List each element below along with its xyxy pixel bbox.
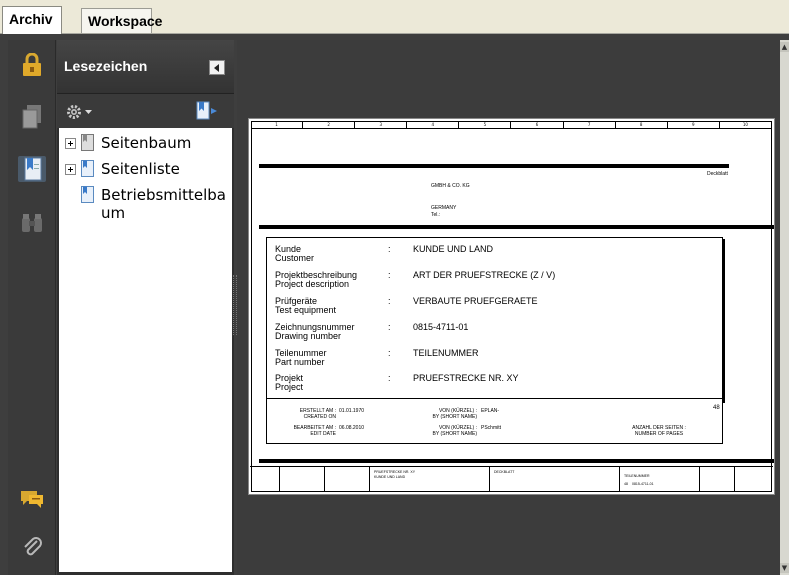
- new-bookmark-button[interactable]: [195, 101, 219, 125]
- bookmarks-toolbar: [57, 94, 234, 128]
- revision-box: ERSTELLT AM : CREATED ON 01.01.1970 VON (…: [266, 398, 723, 444]
- created-by-value: EPLAN-: [481, 408, 500, 414]
- bookmark-icon: [81, 186, 94, 203]
- title-drawing: 0815-4711-01: [632, 482, 654, 486]
- field-value: 0815-4711-01: [413, 322, 469, 332]
- field-value: KUNDE UND LAND: [413, 244, 494, 254]
- ruler-mark: 10: [720, 121, 772, 128]
- comments-icon[interactable]: [18, 486, 46, 512]
- header-rule: [259, 164, 729, 168]
- ruler-mark: 3: [355, 121, 408, 128]
- bookmark-betriebsmittelbaum[interactable]: Betriebsmittelba um: [81, 186, 226, 222]
- company-country: GERMANY: [431, 205, 457, 211]
- bookmarks-panel-header: Lesezeichen: [57, 40, 234, 94]
- bookmarks-panel-title: Lesezeichen: [64, 58, 148, 74]
- field-value: PRUEFSTRECKE NR. XY: [413, 373, 519, 383]
- field-colon: :: [388, 373, 391, 383]
- field-label-en: Project: [275, 382, 304, 392]
- lock-icon[interactable]: [18, 52, 46, 78]
- chevron-down-icon: [85, 109, 92, 114]
- edited-by-label: VON (KÜRZEL) : BY (SHORT NAME): [432, 425, 477, 437]
- created-value: 01.01.1970: [339, 408, 365, 414]
- field-label-en: Project description: [275, 279, 350, 289]
- field-colon: :: [388, 296, 391, 306]
- field-colon: :: [388, 270, 391, 280]
- pages-label: ANZAHL DER SEITEN : NUMBER OF PAGES: [632, 425, 686, 437]
- tab-bar: Archiv Workspace: [0, 0, 789, 34]
- title-block-cell: [620, 467, 700, 491]
- ruler-mark: 6: [511, 121, 564, 128]
- ruler-mark: 9: [668, 121, 720, 128]
- field-label-en: Test equipment: [275, 305, 337, 315]
- bookmark-page-icon: [81, 134, 94, 151]
- sheet-type-label: Deckblatt: [707, 171, 728, 177]
- bookmark-label-wrap: Betriebsmittelba um: [101, 186, 226, 222]
- ruler-mark: 8: [616, 121, 668, 128]
- vertical-scrollbar[interactable]: ▲ ▼: [780, 40, 789, 575]
- bookmarks-panel: Lesezeichen Seitenbaum Seitenliste Betri…: [57, 40, 234, 575]
- pages-icon[interactable]: [18, 104, 46, 130]
- collapse-panel-button[interactable]: [209, 60, 225, 75]
- bookmark-seitenbaum[interactable]: Seitenbaum: [65, 134, 191, 152]
- expand-toggle[interactable]: [65, 164, 76, 175]
- bookmark-label-line1: Betriebsmittelba: [101, 186, 226, 204]
- pages-value: 48: [713, 405, 720, 411]
- created-by-label: VON (KÜRZEL) : BY (SHORT NAME): [432, 408, 477, 420]
- app-window: Archiv Workspace Lesezeichen Seitenbaum …: [0, 0, 789, 575]
- edited-label: BEARBEITET AM : EDIT DATE: [293, 425, 336, 437]
- gear-icon: [67, 105, 81, 119]
- header-rule-bottom: [259, 225, 774, 229]
- field-colon: :: [388, 244, 391, 254]
- title-page-num: 48: [624, 482, 628, 486]
- field-value: ART DER PRUEFSTRECKE (Z / V): [413, 270, 556, 280]
- edited-by-value: PSchmitt: [481, 425, 502, 431]
- scroll-up-icon[interactable]: ▲: [780, 42, 789, 52]
- attachment-icon[interactable]: [18, 534, 46, 560]
- edited-value: 06.08.2010: [339, 425, 365, 431]
- binoculars-icon[interactable]: [18, 210, 46, 236]
- company-tel: Tel.:: [431, 212, 441, 218]
- ruler-mark: 7: [564, 121, 616, 128]
- field-label-en: Customer: [275, 253, 315, 263]
- page-ruler: 1 2 3 4 5 6 7 8 9 10: [251, 121, 772, 129]
- navigation-toolbar: [8, 40, 56, 575]
- tab-workspace[interactable]: Workspace: [81, 8, 162, 34]
- created-label: ERSTELLT AM : CREATED ON: [299, 408, 336, 420]
- ruler-mark: 5: [459, 121, 512, 128]
- title-block-cell: [700, 467, 735, 491]
- bookmark-label: Seitenliste: [101, 160, 180, 178]
- field-colon: :: [388, 322, 391, 332]
- field-value: TEILENUMMER: [413, 348, 479, 358]
- bookmark-label-line2: um: [101, 204, 126, 222]
- bookmark-icon: [81, 160, 94, 177]
- scroll-down-icon[interactable]: ▼: [780, 563, 789, 573]
- title-line2: KUNDE UND LAND: [374, 475, 406, 479]
- expand-toggle[interactable]: [65, 138, 76, 149]
- new-bookmark-icon: [196, 101, 217, 120]
- ruler-mark: 1: [251, 121, 304, 128]
- chevron-left-icon: [214, 63, 219, 72]
- bookmarks-icon[interactable]: [18, 156, 46, 182]
- ruler-mark: 2: [303, 121, 356, 128]
- options-menu-button[interactable]: [65, 103, 92, 121]
- bookmark-seitenliste[interactable]: Seitenliste: [65, 160, 180, 178]
- field-colon: :: [388, 348, 391, 358]
- title-block-cell: [250, 467, 280, 491]
- bookmarks-tree: Seitenbaum Seitenliste Betriebsmittelba …: [59, 128, 232, 572]
- bookmark-label: Seitenbaum: [101, 134, 192, 152]
- title-block-cell: [325, 467, 370, 491]
- footer-rule: [259, 459, 774, 463]
- field-value: VERBAUTE PRUEFGERAETE: [413, 296, 538, 306]
- title-sheet-type: DECKBLATT: [494, 470, 515, 474]
- field-label-en: Part number: [275, 357, 325, 367]
- title-block: PRUEFSTRECKE NR. XY KUNDE UND LAND DECKB…: [250, 466, 773, 491]
- field-label-en: Drawing number: [275, 331, 342, 341]
- project-info-box: Kunde Customer : KUNDE UND LAND Projektbe…: [266, 237, 723, 401]
- ruler-mark: 4: [407, 121, 460, 128]
- tab-archiv[interactable]: Archiv: [2, 6, 62, 34]
- title-block-cell: [280, 467, 325, 491]
- title-line1: PRUEFSTRECKE NR. XY: [374, 470, 416, 474]
- company-name: GMBH & CO. KG: [431, 183, 470, 189]
- title-part: TEILENUMMER: [624, 474, 650, 478]
